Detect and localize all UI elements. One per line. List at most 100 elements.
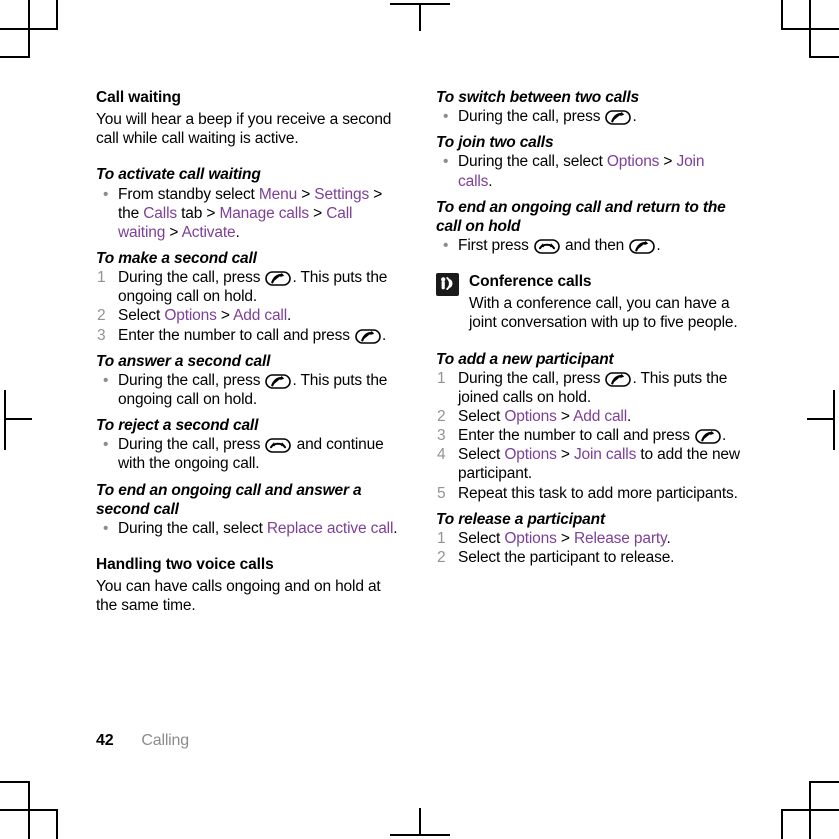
task-end-and-answer: To end an ongoing call and answer a seco… (96, 481, 401, 538)
task-title: To activate call waiting (96, 166, 261, 184)
step-text-1: Repeat this task to add more participant… (458, 484, 738, 502)
conference-call-icon (436, 273, 459, 297)
step-sep-1: > (297, 185, 315, 203)
left-column: Call waiting You will hear a beep if you… (96, 88, 401, 615)
step-text-2: . (666, 529, 671, 547)
step-text-2: . (627, 407, 632, 425)
ui-path-options: Options (164, 307, 217, 325)
step-list: • First press and then . (436, 236, 741, 255)
task-end-and-return: To end an ongoing call and return to the… (436, 198, 741, 255)
list-item: 1 During the call, press . This puts the… (96, 268, 401, 306)
bullet-icon: • (103, 185, 109, 203)
bullet-icon: • (103, 371, 109, 389)
step-sep-1: > (556, 446, 574, 464)
call-key-icon (629, 239, 656, 254)
end-call-key-icon (534, 239, 560, 254)
step-text-1: From standby select (118, 185, 259, 203)
running-head: Calling (141, 732, 189, 749)
ui-path-replace-active-call: Replace active call (266, 519, 394, 537)
task-title: To release a participant (436, 510, 605, 528)
bullet-icon: • (443, 108, 449, 126)
step-number: 5 (437, 484, 446, 502)
task-title: To make a second call (96, 249, 257, 267)
page-footer: 42 Calling (96, 732, 189, 750)
step-text-1: During the call, press (458, 369, 605, 387)
task-switch-between-calls: To switch between two calls • During the… (436, 88, 741, 126)
list-item: • From standby select Menu > Settings > … (96, 185, 401, 242)
list-item: • First press and then . (436, 236, 741, 255)
list-item: • During the call, press and continue wi… (96, 435, 401, 473)
step-text-2: . (722, 427, 727, 445)
task-title: To reject a second call (96, 417, 259, 435)
task-release-participant: To release a participant 1 Select Option… (436, 510, 741, 567)
step-text-2: and then (560, 236, 629, 254)
step-sep-1: > (216, 307, 234, 325)
bullet-icon: • (443, 153, 449, 171)
step-text-3: tab > (176, 204, 220, 222)
call-key-icon (355, 328, 381, 344)
step-list: • During the call, press and continue wi… (96, 435, 401, 473)
step-text-1: Select (458, 529, 505, 547)
step-text-1: Select the participant to release. (458, 548, 675, 566)
step-list: • During the call, press . (436, 107, 741, 126)
task-join-two-calls: To join two calls • During the call, sel… (436, 133, 741, 190)
task-reject-second-call: To reject a second call • During the cal… (96, 416, 401, 473)
ui-path-activate: Activate (181, 223, 236, 241)
task-answer-second-call: To answer a second call • During the cal… (96, 352, 401, 409)
step-number: 1 (437, 529, 446, 547)
task-make-second-call: To make a second call 1 During the call,… (96, 249, 401, 345)
ui-path-options: Options (504, 446, 557, 464)
manual-page: Call waiting You will hear a beep if you… (0, 0, 839, 839)
section-title: Handling two voice calls (96, 555, 274, 573)
step-sep-1: > (659, 153, 677, 171)
step-text-1: During the call, press (118, 269, 265, 287)
step-text-2: . (393, 519, 398, 537)
section-body: You can have calls ongoing and on hold a… (96, 578, 381, 615)
list-item: 1 Select Options > Release party. (436, 529, 741, 548)
step-number: 4 (437, 446, 446, 464)
ui-path-calls: Calls (143, 204, 177, 222)
list-item: • During the call, select Replace active… (96, 519, 401, 538)
step-number: 2 (437, 548, 446, 566)
step-list: 1 During the call, press . This puts the… (96, 268, 401, 345)
list-item: 2 Select Options > Add call. (96, 306, 401, 325)
step-text-2: . (488, 172, 493, 190)
step-number: 2 (437, 407, 446, 425)
section-body: You will hear a beep if you receive a se… (96, 111, 392, 148)
step-number: 1 (437, 369, 446, 387)
task-title: To switch between two calls (436, 89, 639, 106)
step-text-1: Select (118, 307, 165, 325)
list-item: 1 During the call, press . This puts the… (436, 369, 741, 407)
right-column: To switch between two calls • During the… (436, 88, 741, 615)
step-sep-1: > (556, 529, 574, 547)
call-key-icon (695, 429, 721, 444)
step-number: 1 (97, 269, 106, 287)
step-text-4: . (235, 223, 240, 241)
step-text-1: During the call, select (458, 153, 607, 171)
ui-path-menu: Menu (258, 185, 298, 203)
list-item: • During the call, press . (436, 107, 741, 126)
step-text-1: During the call, press (118, 436, 265, 454)
step-list: • During the call, select Options > Join… (436, 152, 741, 190)
call-key-icon (605, 110, 632, 125)
step-number: 3 (437, 427, 446, 445)
task-title: To end an ongoing call and return to the… (436, 198, 726, 235)
call-key-icon (605, 371, 632, 387)
list-item: • During the call, press . This puts the… (96, 371, 401, 409)
task-title: To end an ongoing call and answer a seco… (96, 481, 362, 518)
tip-conference-calls: Conference calls With a conference call,… (436, 272, 741, 332)
task-add-new-participant: To add a new participant 1 During the ca… (436, 350, 741, 503)
tip-title: Conference calls (469, 273, 592, 291)
step-sep-3: > (165, 223, 182, 241)
step-text-2: . (382, 326, 387, 344)
ui-path-join-calls: Join calls (573, 446, 637, 464)
